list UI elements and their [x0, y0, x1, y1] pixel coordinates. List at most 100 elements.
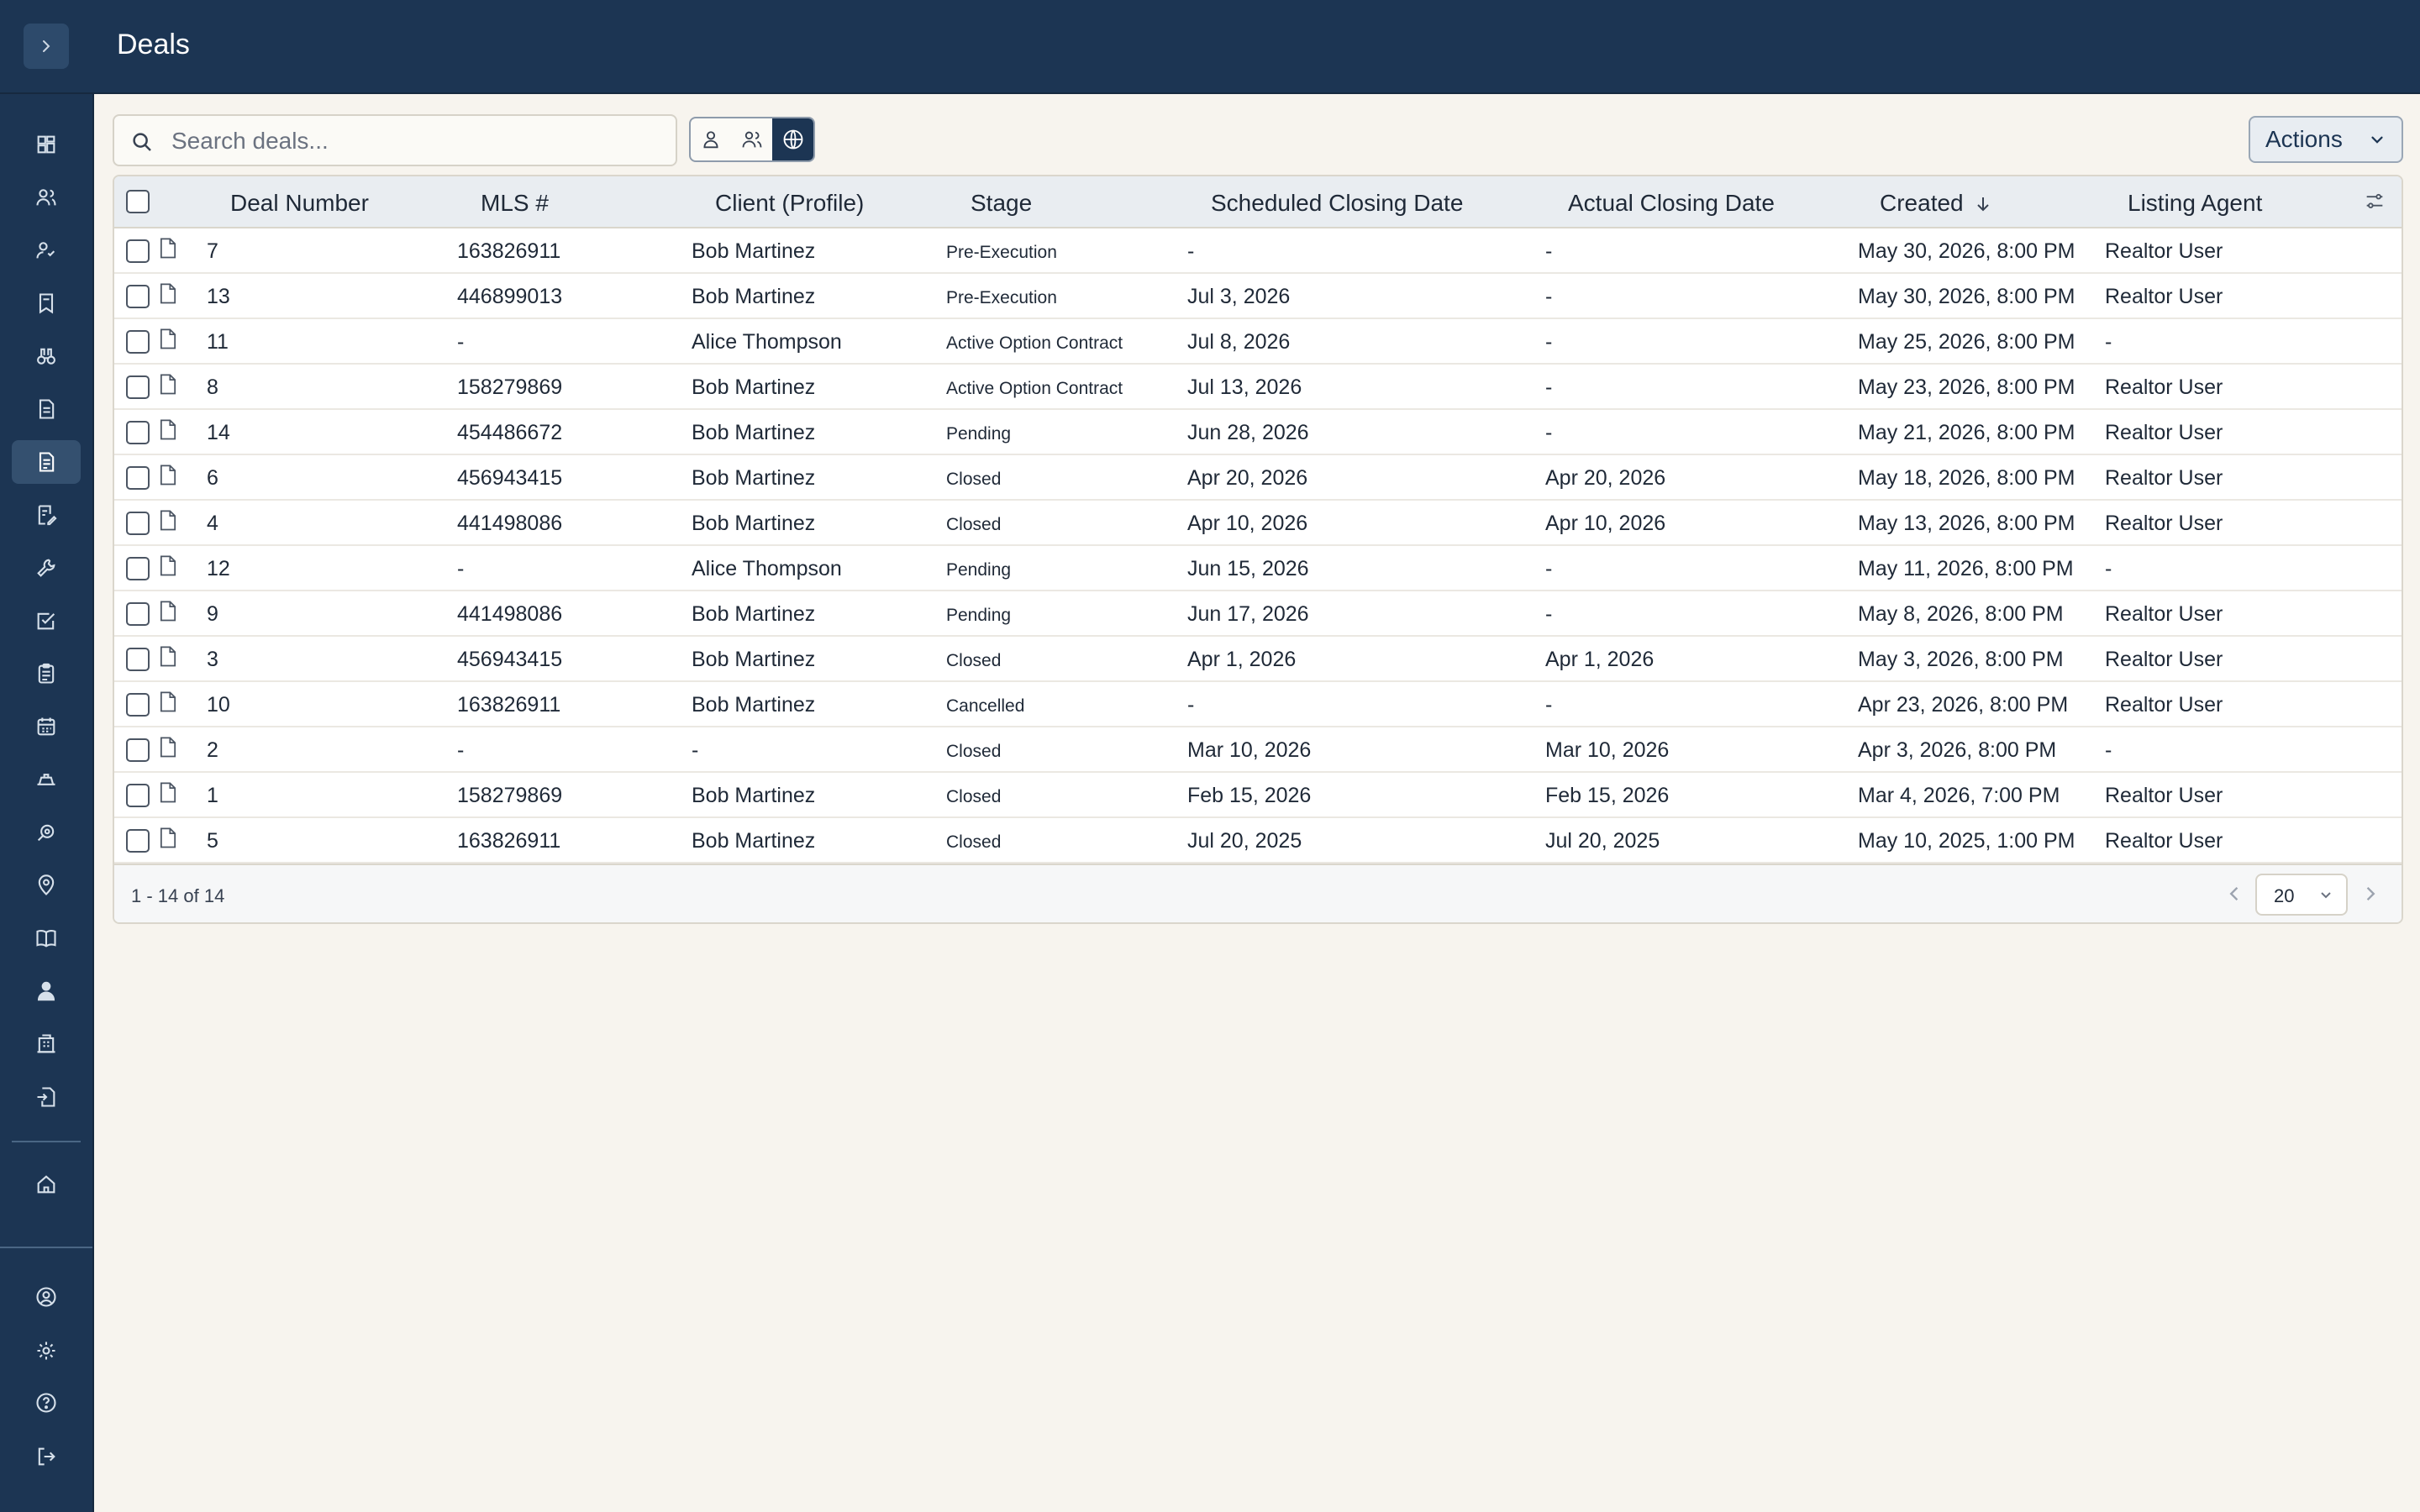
sidebar-item-home[interactable]	[12, 1163, 81, 1206]
sidebar-item-settings[interactable]	[12, 1329, 81, 1373]
cell-created: May 3, 2026, 8:00 PM	[1858, 648, 2064, 671]
document-icon[interactable]	[158, 464, 178, 487]
document-icon[interactable]	[158, 690, 178, 714]
row-checkbox[interactable]	[126, 466, 150, 490]
column-header-stage[interactable]: Stage	[971, 190, 1032, 217]
sidebar-item-logout[interactable]	[12, 1435, 81, 1478]
page-size-select[interactable]: 20	[2255, 874, 2348, 916]
sidebar-item-listings[interactable]	[12, 281, 81, 325]
chevron-left-icon[interactable]	[2225, 884, 2245, 904]
table-row[interactable]: 8 158279869 Bob Martinez Active Option Cont…	[114, 365, 2402, 410]
column-header-client[interactable]: Client (Profile)	[715, 190, 864, 217]
cell-created: May 23, 2026, 8:00 PM	[1858, 375, 2075, 399]
column-header-actual-closing[interactable]: Actual Closing Date	[1568, 190, 1775, 217]
row-checkbox[interactable]	[126, 375, 150, 399]
column-header-created[interactable]: Created	[1880, 190, 1991, 217]
sidebar-item-contracts[interactable]	[12, 493, 81, 537]
row-checkbox[interactable]	[126, 693, 150, 717]
sidebar-item-search[interactable]	[12, 811, 81, 854]
sidebar-item-clients[interactable]	[12, 228, 81, 272]
table-row[interactable]: 13 446899013 Bob Martinez Pre-Execution Jul …	[114, 274, 2402, 319]
calendar-icon	[37, 717, 55, 736]
document-icon[interactable]	[158, 282, 178, 306]
document-icon[interactable]	[158, 600, 178, 623]
cell-deal-number: 9	[207, 602, 218, 626]
column-header-deal-number[interactable]: Deal Number	[230, 190, 369, 217]
row-checkbox[interactable]	[126, 512, 150, 535]
table-row[interactable]: 4 441498086 Bob Martinez Closed Apr 10, 2026…	[114, 501, 2402, 546]
table-row[interactable]: 12 - Alice Thompson Pending Jun 15, 2026 - May…	[114, 546, 2402, 591]
row-checkbox[interactable]	[126, 648, 150, 671]
sidebar-item-documents[interactable]	[12, 387, 81, 431]
tools-icon	[37, 559, 55, 577]
scope-team-deals-button[interactable]	[732, 118, 773, 160]
table-row[interactable]: 2 - - Closed Mar 10, 2026 Mar 10, 2026 Apr 3, …	[114, 727, 2402, 773]
sidebar-item-checklists[interactable]	[12, 652, 81, 696]
cell-client: Bob Martinez	[692, 375, 816, 399]
row-checkbox[interactable]	[126, 421, 150, 444]
table-header: Deal Number MLS # Client (Profile) Stage…	[114, 176, 2402, 228]
column-header-mls[interactable]: MLS #	[481, 190, 549, 217]
sidebar-item-tasks[interactable]	[12, 599, 81, 643]
search-input[interactable]	[171, 123, 659, 160]
document-icon[interactable]	[158, 328, 178, 351]
select-all-checkbox[interactable]	[126, 190, 150, 213]
search-icon	[37, 824, 55, 842]
sidebar-item-calendar[interactable]	[12, 705, 81, 748]
cell-client: Bob Martinez	[692, 602, 816, 626]
sidebar-item-deals[interactable]	[12, 440, 81, 484]
sidebar-item-showings[interactable]	[12, 334, 81, 378]
document-icon[interactable]	[158, 554, 178, 578]
sidebar-item-buildings[interactable]	[12, 1022, 81, 1066]
table-row[interactable]: 6 456943415 Bob Martinez Closed Apr 20, 2026…	[114, 455, 2402, 501]
sidebar-item-dashboard[interactable]	[12, 123, 81, 166]
table-row[interactable]: 9 441498086 Bob Martinez Pending Jun 17, 202…	[114, 591, 2402, 637]
table-row[interactable]: 11 - Alice Thompson Active Option Contract J…	[114, 319, 2402, 365]
sidebar-item-agents[interactable]	[12, 969, 81, 1013]
documents-icon	[39, 399, 55, 419]
document-icon[interactable]	[158, 509, 178, 533]
cell-client: Bob Martinez	[692, 466, 816, 490]
sidebar-item-tools[interactable]	[12, 546, 81, 590]
actions-dropdown-button[interactable]: Actions	[2249, 116, 2403, 163]
sidebar-item-import[interactable]	[12, 1075, 81, 1119]
document-icon[interactable]	[158, 645, 178, 669]
table-row[interactable]: 10 163826911 Bob Martinez Cancelled - - Apr 23…	[114, 682, 2402, 727]
document-icon[interactable]	[158, 827, 178, 850]
document-icon[interactable]	[158, 418, 178, 442]
sidebar-item-map[interactable]	[12, 864, 81, 907]
row-checkbox[interactable]	[126, 738, 150, 762]
table-row[interactable]: 3 456943415 Bob Martinez Closed Apr 1, 2026 A…	[114, 637, 2402, 682]
row-checkbox[interactable]	[126, 330, 150, 354]
help-icon	[36, 1393, 56, 1413]
scope-all-deals-button[interactable]	[772, 118, 813, 160]
cell-client: Bob Martinez	[692, 239, 816, 263]
document-icon[interactable]	[158, 736, 178, 759]
row-checkbox[interactable]	[126, 602, 150, 626]
sidebar-item-help[interactable]	[12, 1381, 81, 1425]
document-icon[interactable]	[158, 781, 178, 805]
document-icon[interactable]	[158, 373, 178, 396]
sidebar-item-library[interactable]	[12, 916, 81, 960]
cell-created: May 21, 2026, 8:00 PM	[1858, 421, 2075, 444]
sidebar-item-account[interactable]	[12, 1275, 81, 1319]
sidebar-item-contacts[interactable]	[12, 176, 81, 219]
table-row[interactable]: 5 163826911 Bob Martinez Closed Jul 20, 2025…	[114, 818, 2402, 864]
scope-my-deals-button[interactable]	[691, 118, 732, 160]
row-checkbox[interactable]	[126, 285, 150, 308]
sidebar-item-offers[interactable]	[12, 758, 81, 801]
table-row[interactable]: 14 454486672 Bob Martinez Pending Jun 28, 20…	[114, 410, 2402, 455]
row-checkbox[interactable]	[126, 829, 150, 853]
column-header-scheduled-closing[interactable]: Scheduled Closing Date	[1211, 190, 1463, 217]
sidebar-toggle-button[interactable]	[24, 24, 69, 69]
row-checkbox[interactable]	[126, 557, 150, 580]
column-header-listing-agent[interactable]: Listing Agent	[2128, 190, 2262, 217]
cell-listing-agent: -	[2105, 738, 2112, 762]
chevron-right-icon[interactable]	[2360, 884, 2380, 904]
table-row[interactable]: 1 158279869 Bob Martinez Closed Feb 15, 2026…	[114, 773, 2402, 818]
row-checkbox[interactable]	[126, 239, 150, 263]
column-settings-icon[interactable]	[2363, 190, 2386, 213]
document-icon[interactable]	[158, 237, 178, 260]
row-checkbox[interactable]	[126, 784, 150, 807]
table-row[interactable]: 7 163826911 Bob Martinez Pre-Execution - - May…	[114, 228, 2402, 274]
